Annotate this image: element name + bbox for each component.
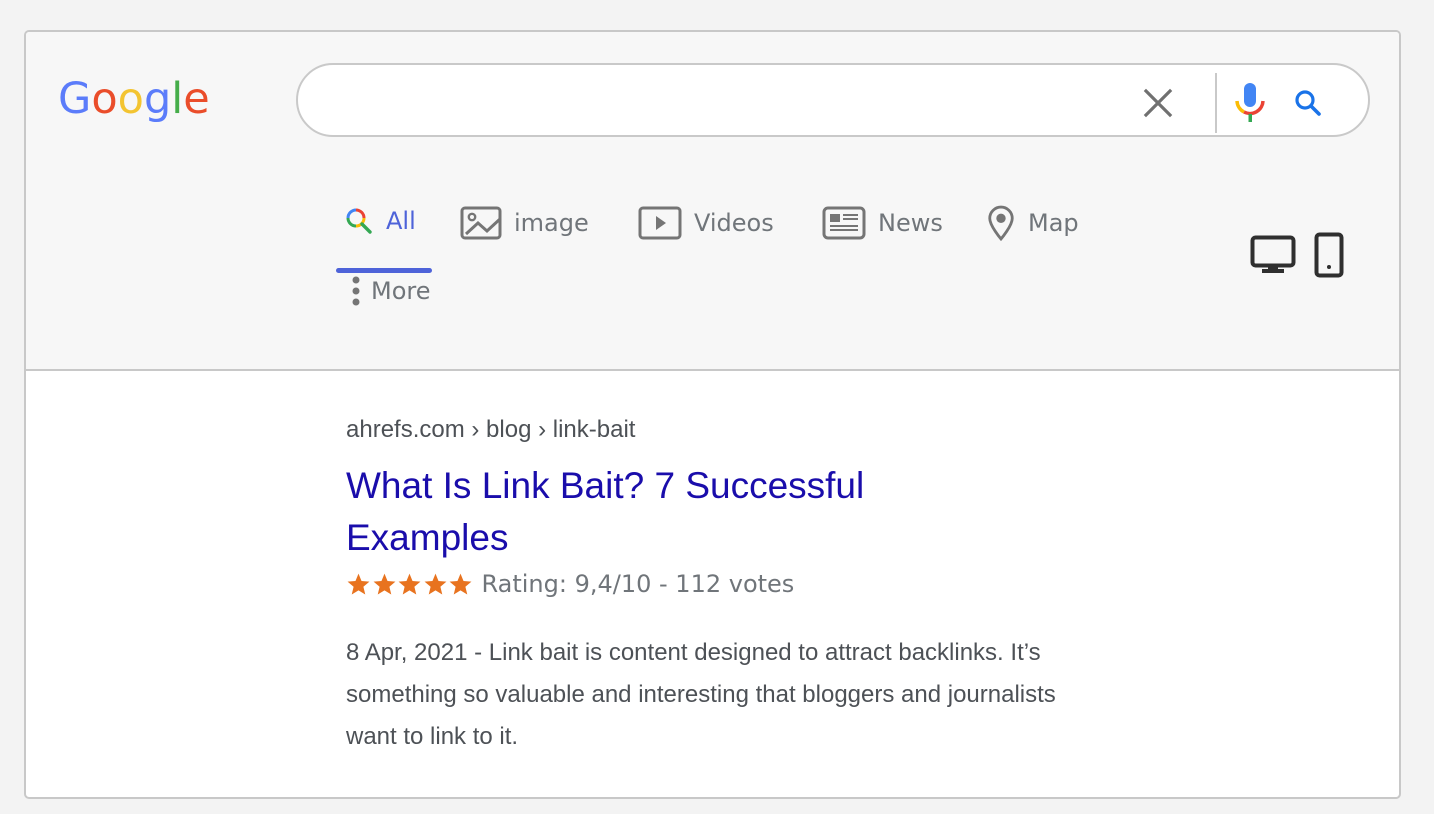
- star-icon: [373, 573, 395, 594]
- tab-label: All: [386, 207, 416, 235]
- voice-search-button[interactable]: [1232, 79, 1268, 125]
- search-icon: [1295, 90, 1321, 116]
- logo-letter: o: [91, 74, 118, 124]
- star-rating: [346, 572, 474, 597]
- star-icon: [424, 573, 446, 594]
- tab-label: Videos: [694, 209, 774, 237]
- rating-row: Rating: 9,4/10 - 112 votes: [346, 566, 1066, 602]
- mobile-view-toggle[interactable]: [1314, 232, 1344, 278]
- tab-videos[interactable]: Videos: [638, 206, 774, 240]
- search-submit-button[interactable]: [1290, 85, 1326, 121]
- tab-images[interactable]: image: [460, 206, 589, 240]
- map-pin-icon: [988, 205, 1014, 242]
- tab-all[interactable]: All: [344, 206, 416, 236]
- logo-letter: o: [117, 74, 144, 124]
- close-icon: [1143, 88, 1173, 118]
- newspaper-icon: [822, 206, 866, 240]
- desktop-icon: [1250, 235, 1296, 273]
- logo-letter: G: [58, 74, 92, 124]
- mobile-icon: [1314, 232, 1344, 278]
- more-menu-button[interactable]: More: [351, 274, 431, 308]
- search-header: Google All image Videos News Map More: [26, 32, 1399, 371]
- more-label: More: [371, 277, 431, 305]
- tab-label: News: [878, 209, 943, 237]
- search-input[interactable]: [326, 81, 1110, 121]
- result-title-link[interactable]: What Is Link Bait? 7 Successful Examples: [346, 460, 946, 564]
- rating-text: Rating: 9,4/10 - 112 votes: [481, 570, 795, 598]
- result-snippet: 8 Apr, 2021 - Link bait is content desig…: [346, 639, 1056, 750]
- search-result: ahrefs.com › blog › link-bait What Is Li…: [346, 414, 1066, 758]
- active-tab-indicator: [336, 268, 432, 273]
- video-icon: [638, 206, 682, 240]
- tab-news[interactable]: News: [822, 206, 943, 240]
- result-breadcrumb[interactable]: ahrefs.com › blog › link-bait: [346, 414, 1066, 446]
- logo-letter: l: [171, 74, 184, 124]
- tab-label: Map: [1028, 209, 1079, 237]
- tab-label: image: [514, 209, 589, 237]
- tab-maps[interactable]: Map: [986, 204, 1079, 242]
- desktop-view-toggle[interactable]: [1250, 235, 1296, 275]
- logo-letter: g: [143, 74, 172, 124]
- search-divider: [1215, 73, 1217, 133]
- serp-preview-frame: Google All image Videos News Map More ah…: [24, 30, 1401, 799]
- star-icon: [398, 573, 421, 594]
- search-icon: [346, 208, 372, 234]
- microphone-icon: [1235, 83, 1265, 122]
- logo-letter: e: [183, 74, 210, 124]
- star-icon: [347, 573, 370, 594]
- star-icon: [449, 573, 472, 594]
- vertical-dots-icon: [352, 276, 360, 306]
- search-box: [296, 63, 1370, 137]
- image-icon: [460, 206, 502, 240]
- clear-search-button[interactable]: [1140, 85, 1176, 121]
- google-logo: Google: [58, 74, 210, 124]
